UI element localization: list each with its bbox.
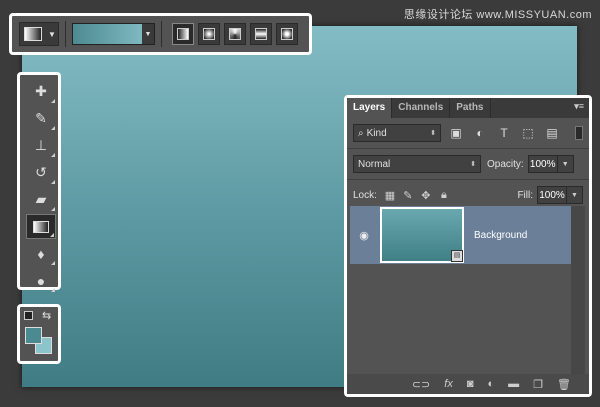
adjustment-filter-icon[interactable]: ◐ bbox=[471, 126, 489, 140]
gradient-picker[interactable]: ▼ bbox=[72, 23, 155, 45]
layer-filter-row: ⌕ Kind ⬍ ▣ ◐ T ⬚ ▤ bbox=[347, 124, 589, 142]
folder-icon[interactable]: ▬ bbox=[508, 378, 519, 390]
tab-layers[interactable]: Layers bbox=[347, 98, 393, 118]
diamond-gradient-button[interactable] bbox=[276, 23, 298, 45]
clone-stamp-tool[interactable]: ⊥ bbox=[26, 133, 56, 158]
mask-icon[interactable]: ◙ bbox=[467, 378, 474, 390]
layers-footer: ⊂⊃ fx ◙ ◐ ▬ ❐ 🗑︎ bbox=[347, 374, 589, 394]
swap-colors-icon[interactable]: ⇆ bbox=[42, 309, 51, 322]
layer-row[interactable]: ◉ ▤ Background bbox=[350, 206, 576, 264]
brush-tool[interactable]: ✎ bbox=[26, 106, 56, 131]
sponge-tool[interactable]: ● bbox=[26, 268, 56, 293]
gradient-tool-icon bbox=[24, 27, 42, 41]
search-icon: ⌕ bbox=[358, 127, 364, 139]
foreground-color-swatch[interactable] bbox=[25, 327, 42, 344]
link-icon[interactable]: ⊂⊃ bbox=[412, 378, 430, 391]
radial-gradient-button[interactable] bbox=[198, 23, 220, 45]
divider bbox=[161, 21, 162, 47]
lock-position-icon[interactable]: ✥ bbox=[417, 189, 435, 202]
layer-name[interactable]: Background bbox=[474, 230, 527, 241]
color-swatches: ⇆ bbox=[17, 304, 61, 364]
linear-gradient-button[interactable] bbox=[172, 23, 194, 45]
tools-panel: ✚ ✎ ⊥ ↺ ▰ ♦ ● bbox=[17, 72, 61, 293]
layers-panel: Layers Channels Paths ▾≡ ⌕ Kind ⬍ ▣ ◐ T … bbox=[344, 95, 592, 397]
chevron-down-icon: ▼ bbox=[48, 29, 56, 39]
blend-row: Normal ⬍ Opacity: 100% ▼ bbox=[347, 155, 589, 173]
filter-toggle[interactable] bbox=[575, 126, 583, 140]
drop-icon: ♦ bbox=[37, 245, 45, 262]
eraser-icon: ▰ bbox=[35, 191, 47, 207]
fill-input[interactable]: 100% bbox=[537, 186, 567, 204]
history-brush-tool[interactable]: ↺ bbox=[26, 160, 56, 185]
default-colors-icon[interactable] bbox=[24, 311, 33, 320]
spinner-icon: ⬍ bbox=[470, 161, 476, 168]
filter-kind-select[interactable]: ⌕ Kind ⬍ bbox=[353, 124, 441, 142]
shape-filter-icon[interactable]: ⬚ bbox=[519, 126, 537, 140]
chevron-down-icon[interactable]: ▼ bbox=[557, 155, 574, 173]
angle-gradient-button[interactable] bbox=[224, 23, 246, 45]
divider bbox=[347, 179, 589, 180]
gradient-tool[interactable] bbox=[26, 214, 56, 239]
fx-icon[interactable]: fx bbox=[444, 378, 453, 390]
smart-object-filter-icon[interactable]: ▤ bbox=[543, 126, 561, 140]
eye-icon[interactable]: ◉ bbox=[350, 229, 378, 242]
type-filter-icon[interactable]: T bbox=[495, 126, 513, 140]
brush-icon: ✎ bbox=[35, 110, 47, 126]
reflected-gradient-icon bbox=[255, 28, 267, 40]
lock-label: Lock: bbox=[353, 189, 377, 201]
lock-all-icon[interactable]: 🔒︎ bbox=[435, 189, 453, 202]
smart-object-icon: ▤ bbox=[451, 250, 463, 262]
filter-kind-value: Kind bbox=[366, 127, 387, 139]
sponge-icon: ● bbox=[36, 272, 46, 289]
new-layer-icon[interactable]: ❐ bbox=[533, 378, 543, 391]
lock-transparent-icon[interactable]: ▦ bbox=[381, 189, 399, 202]
spot-healing-brush-tool[interactable]: ✚ bbox=[26, 79, 56, 104]
bandage-icon: ✚ bbox=[35, 83, 47, 99]
layer-thumbnail: ▤ bbox=[380, 207, 464, 263]
layers-scrollbar[interactable] bbox=[571, 206, 585, 378]
opacity-input[interactable]: 100% bbox=[527, 155, 558, 173]
spinner-icon: ⬍ bbox=[430, 130, 436, 137]
watermark: 思缘设计论坛 www.MISSYUAN.com bbox=[403, 9, 592, 21]
linear-gradient-icon bbox=[177, 28, 189, 40]
layer-list: ◉ ▤ Background bbox=[350, 206, 576, 378]
divider bbox=[65, 21, 66, 47]
pixel-filter-icon[interactable]: ▣ bbox=[447, 126, 465, 140]
history-brush-icon: ↺ bbox=[35, 164, 47, 180]
panel-menu-icon[interactable]: ▾≡ bbox=[569, 98, 589, 118]
adjustment-layer-icon[interactable]: ◐ bbox=[488, 378, 495, 390]
blend-mode-value: Normal bbox=[358, 158, 391, 170]
reflected-gradient-button[interactable] bbox=[250, 23, 272, 45]
lock-image-icon[interactable]: ✎ bbox=[399, 189, 417, 202]
blur-tool[interactable]: ♦ bbox=[26, 241, 56, 266]
chevron-down-icon[interactable]: ▼ bbox=[567, 186, 583, 204]
trash-icon[interactable]: 🗑︎ bbox=[557, 378, 571, 391]
fill-label: Fill: bbox=[517, 189, 533, 201]
blend-mode-select[interactable]: Normal ⬍ bbox=[353, 155, 481, 173]
eraser-tool[interactable]: ▰ bbox=[26, 187, 56, 212]
opacity-label: Opacity: bbox=[487, 158, 524, 170]
chevron-down-icon[interactable]: ▼ bbox=[142, 24, 154, 44]
gradient-icon bbox=[33, 220, 49, 233]
stamp-icon: ⊥ bbox=[34, 137, 48, 153]
tab-paths[interactable]: Paths bbox=[450, 98, 491, 118]
divider bbox=[347, 148, 589, 149]
panel-tabs: Layers Channels Paths ▾≡ bbox=[347, 98, 589, 118]
diamond-gradient-icon bbox=[281, 28, 293, 40]
tool-preset-picker[interactable]: ▼ bbox=[19, 22, 59, 46]
angle-gradient-icon bbox=[229, 28, 241, 40]
gradient-options-bar: ▼ ▼ bbox=[9, 13, 312, 55]
tab-channels[interactable]: Channels bbox=[392, 98, 451, 118]
radial-gradient-icon bbox=[203, 28, 215, 40]
lock-row: Lock: ▦ ✎ ✥ 🔒︎ Fill: 100% ▼ bbox=[347, 186, 589, 204]
